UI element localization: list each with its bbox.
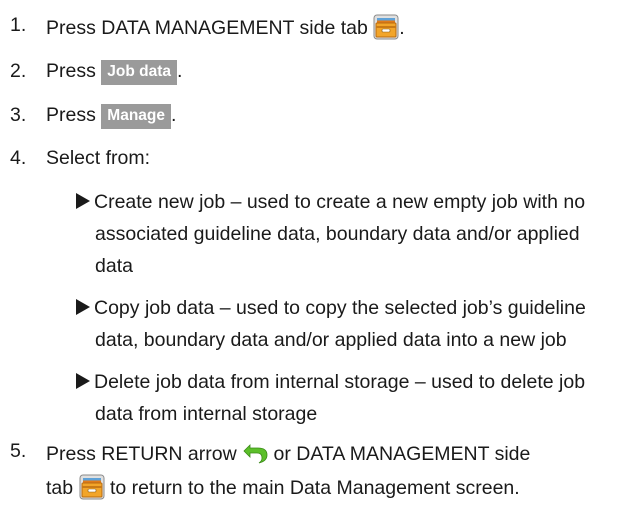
bullet-text: associated guideline data, boundary data… — [95, 223, 580, 245]
bullet-text: Delete job data from internal storage – … — [94, 371, 586, 393]
triangle-bullet-icon — [76, 373, 90, 389]
step-text: Press RETURN arrow — [46, 443, 237, 465]
step-punctuation: . — [171, 104, 177, 126]
step-text: Select from: — [46, 147, 151, 169]
bullet-text: Create new job – used to create a new em… — [94, 191, 586, 213]
step-punctuation: . — [177, 60, 183, 82]
step-number: 3. — [10, 104, 27, 126]
step-text: Press DATA MANAGEMENT side tab — [46, 17, 368, 39]
step-text: Press — [46, 60, 96, 82]
triangle-bullet-icon — [76, 299, 90, 315]
manage-button[interactable]: Manage — [101, 104, 171, 129]
step-number: 1. — [10, 14, 27, 36]
option-copy-job-data: Copy job data – used to copy the selecte… — [76, 292, 586, 356]
step-text: Press — [46, 104, 96, 126]
triangle-bullet-icon — [76, 193, 90, 209]
instructions: 1. Press DATA MANAGEMENT side tab . 2. P… — [0, 0, 630, 515]
step-number: 2. — [10, 60, 27, 82]
step-punctuation: . — [399, 17, 405, 39]
file-cabinet-icon — [373, 14, 399, 40]
step-text: or DATA MANAGEMENT side — [273, 443, 531, 465]
bullet-text: data, boundary data and/or applied data … — [95, 329, 567, 351]
option-create-new-job: Create new job – used to create a new em… — [76, 186, 585, 282]
step-number: 4. — [10, 147, 27, 169]
step-text: to return to the main Data Management sc… — [109, 477, 520, 499]
option-delete-job-data: Delete job data from internal storage – … — [76, 366, 585, 430]
file-cabinet-icon — [79, 474, 105, 500]
step-text: tab — [46, 477, 74, 499]
bullet-text: data from internal storage — [95, 403, 318, 425]
return-arrow-icon — [242, 440, 268, 466]
job-data-button[interactable]: Job data — [101, 60, 178, 85]
bullet-text: Copy job data – used to copy the selecte… — [94, 297, 586, 319]
step-number: 5. — [10, 440, 27, 462]
bullet-text: data — [95, 255, 133, 277]
